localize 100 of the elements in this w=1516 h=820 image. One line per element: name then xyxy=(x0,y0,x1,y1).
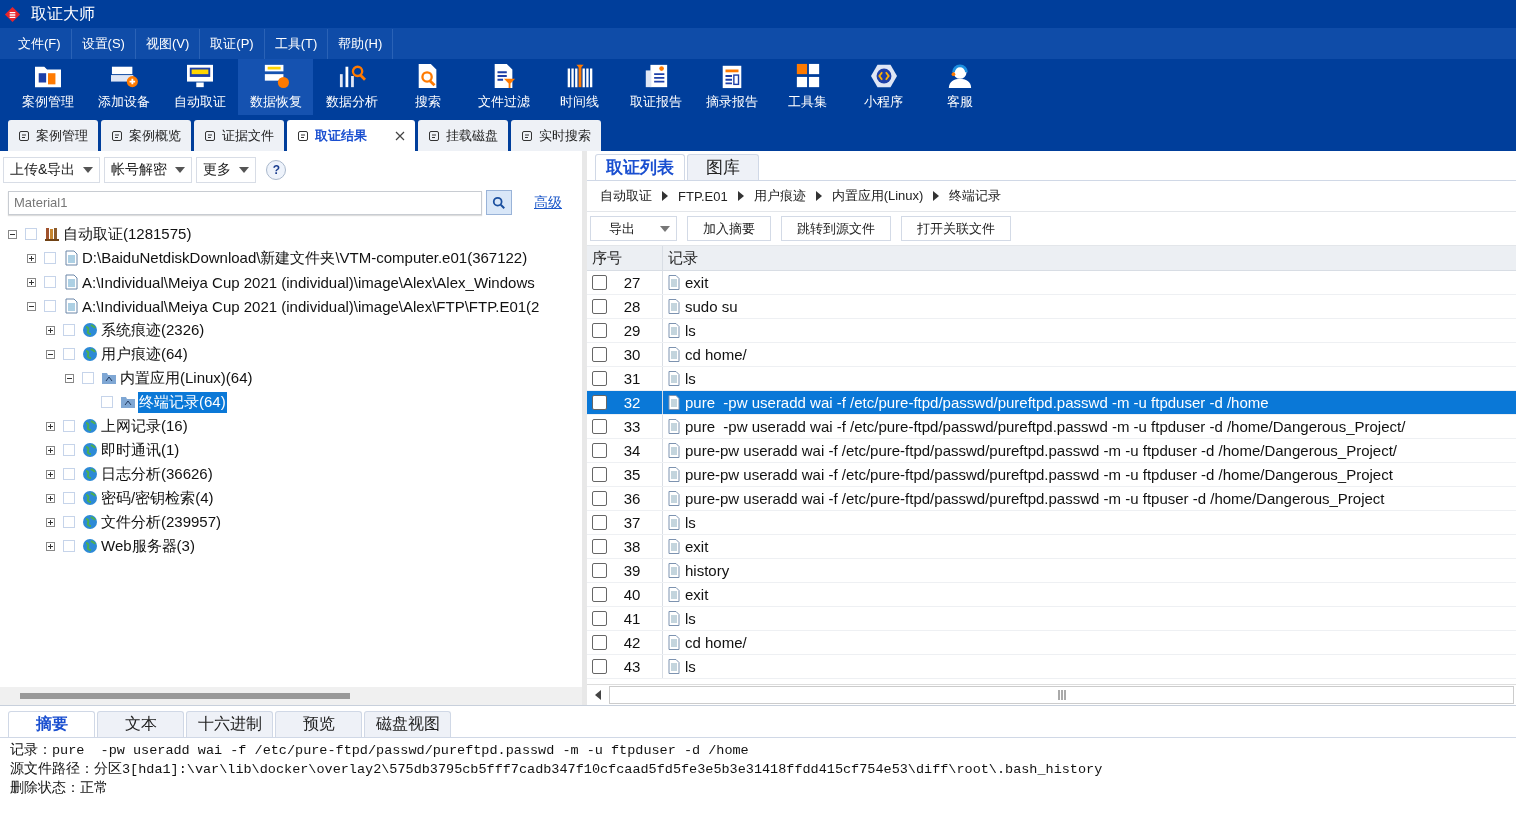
expand-toggle[interactable] xyxy=(46,445,55,455)
tab[interactable]: 预览 xyxy=(275,711,362,737)
toolbar-button[interactable]: 搜索 xyxy=(390,59,465,115)
table-row[interactable]: 41 ls xyxy=(587,607,1516,631)
table-row[interactable]: 33 pure -pw useradd wai -f /etc/pure-ftpd/passwd/pureftpd.passwd -m -u ftpduser -d /home/Dangerous_Project/ xyxy=(587,415,1516,439)
checkbox[interactable] xyxy=(592,635,607,650)
table-row[interactable]: 36 pure-pw useradd wai -f /etc/pure-ftpd/passwd/pureftpd.passwd -m -u ftpuser -d /home/Dangerous_Project xyxy=(587,487,1516,511)
dropdown-button[interactable]: 更多 xyxy=(196,157,257,183)
tab[interactable]: 取证结果 xyxy=(287,120,415,151)
table-row[interactable]: 34 pure-pw useradd wai -f /etc/pure-ftpd/passwd/pureftpd.passwd -m -u ftpduser -d /home/Dangerous_Project/ xyxy=(587,439,1516,463)
menu-item[interactable]: 视图(V) xyxy=(135,28,201,59)
collapse-toggle[interactable] xyxy=(65,373,74,383)
checkbox[interactable] xyxy=(592,611,607,626)
action-button[interactable]: 加入摘要 xyxy=(687,216,771,241)
toolbar-button[interactable]: 摘录报告 xyxy=(694,59,769,115)
toolbar-button[interactable]: 添加设备 xyxy=(86,59,161,115)
table-row[interactable]: 32 pure -pw useradd wai -f /etc/pure-ftpd/passwd/pureftpd.passwd -m -u ftpduser -d /home xyxy=(587,391,1516,415)
checkbox[interactable] xyxy=(592,323,607,338)
table-row[interactable]: 29 ls xyxy=(587,319,1516,343)
checkbox[interactable] xyxy=(592,467,607,482)
search-button[interactable] xyxy=(486,190,512,215)
tree-item[interactable]: A:\Individual\Meiya Cup 2021 (individual)\image\Alex\Alex_Windows xyxy=(81,272,536,292)
tab[interactable]: 案例概览 xyxy=(101,120,191,151)
checkbox[interactable] xyxy=(592,275,607,290)
tab[interactable]: 磁盘视图 xyxy=(364,711,451,737)
menu-item[interactable]: 工具(T) xyxy=(264,28,329,59)
tree-item[interactable]: 日志分析(36626) xyxy=(100,463,214,485)
checkbox[interactable] xyxy=(592,419,607,434)
expand-toggle[interactable] xyxy=(46,421,55,431)
checkbox[interactable] xyxy=(592,587,607,602)
menu-item[interactable]: 取证(P) xyxy=(200,28,265,59)
checkbox[interactable] xyxy=(592,563,607,578)
tab[interactable]: 十六进制 xyxy=(186,711,273,737)
expand-toggle[interactable] xyxy=(46,517,55,527)
tree-item[interactable]: 文件分析(239957) xyxy=(100,511,223,533)
collapse-toggle[interactable] xyxy=(27,301,36,311)
close-icon[interactable] xyxy=(395,130,405,141)
expand-toggle[interactable] xyxy=(46,469,55,479)
tree-item[interactable]: 系统痕迹(2326) xyxy=(100,319,206,341)
checkbox[interactable] xyxy=(592,395,607,410)
tab[interactable]: 文本 xyxy=(97,711,184,737)
expand-toggle[interactable] xyxy=(46,325,55,335)
checkbox[interactable] xyxy=(592,347,607,362)
table-row[interactable]: 43 ls xyxy=(587,655,1516,679)
table-row[interactable]: 40 exit xyxy=(587,583,1516,607)
checkbox[interactable] xyxy=(592,659,607,674)
table-row[interactable]: 37 ls xyxy=(587,511,1516,535)
tree-item[interactable]: 即时通讯(1) xyxy=(100,439,181,461)
checkbox[interactable] xyxy=(592,491,607,506)
menu-item[interactable]: 设置(S) xyxy=(71,28,136,59)
toolbar-button[interactable]: 时间线 xyxy=(542,59,617,115)
dropdown-button[interactable]: 导出 xyxy=(590,216,677,241)
tree-item[interactable]: 自动取证(1281575) xyxy=(62,223,193,245)
tab[interactable]: 挂载磁盘 xyxy=(418,120,508,151)
table-row[interactable]: 27 exit xyxy=(587,271,1516,295)
toolbar-button[interactable]: 文件过滤 xyxy=(466,59,541,115)
breadcrumb-item[interactable]: 自动取证 xyxy=(600,187,652,205)
scroll-left-icon[interactable] xyxy=(595,690,601,700)
collapse-toggle[interactable] xyxy=(8,229,17,239)
table-row[interactable]: 28 sudo su xyxy=(587,295,1516,319)
toolbar-button[interactable]: 数据分析 xyxy=(314,59,389,115)
breadcrumb-item[interactable]: 用户痕迹 xyxy=(753,187,806,205)
tab[interactable]: 图库 xyxy=(687,154,759,180)
toolbar-button[interactable]: 数据恢复 xyxy=(238,59,313,115)
breadcrumb-item[interactable]: 终端记录 xyxy=(949,187,1002,205)
checkbox[interactable] xyxy=(592,539,607,554)
tree-item[interactable]: Web服务器(3) xyxy=(100,535,196,557)
table-row[interactable]: 38 exit xyxy=(587,535,1516,559)
tree-item[interactable]: 终端记录(64) xyxy=(138,391,227,413)
tab[interactable]: 案例管理 xyxy=(8,120,98,151)
action-button[interactable]: 打开关联文件 xyxy=(901,216,1011,241)
tab[interactable]: 实时搜索 xyxy=(511,120,601,151)
search-field[interactable]: Material1 xyxy=(8,190,482,215)
tab[interactable]: 摘要 xyxy=(8,711,95,737)
column-header[interactable]: 记录 xyxy=(663,246,1516,270)
toolbar-button[interactable]: 客服 xyxy=(922,59,997,115)
collapse-toggle[interactable] xyxy=(46,349,55,359)
tree-item[interactable]: 密码/密钥检索(4) xyxy=(100,487,215,509)
menu-item[interactable]: 帮助(H) xyxy=(328,28,394,59)
table-row[interactable]: 39 history xyxy=(587,559,1516,583)
table-row[interactable]: 42 cd home/ xyxy=(587,631,1516,655)
action-button[interactable]: 跳转到源文件 xyxy=(781,216,891,241)
checkbox[interactable] xyxy=(592,299,607,314)
expand-toggle[interactable] xyxy=(46,541,55,551)
menu-item[interactable]: 文件(F) xyxy=(8,28,72,59)
help-button[interactable]: ? xyxy=(266,160,287,180)
tree-item[interactable]: 内置应用(Linux)(64) xyxy=(119,367,254,389)
scrollbar-thumb[interactable] xyxy=(20,693,350,699)
checkbox[interactable] xyxy=(592,443,607,458)
expand-toggle[interactable] xyxy=(27,277,36,287)
toolbar-button[interactable]: 工具集 xyxy=(770,59,845,115)
toolbar-button[interactable]: 案例管理 xyxy=(10,59,85,115)
tree-item[interactable]: D:\BaiduNetdiskDownload\新建文件夹\VTM-computer.e01(367122) xyxy=(81,247,529,269)
expand-toggle[interactable] xyxy=(46,493,55,503)
scrollbar-thumb[interactable] xyxy=(609,686,1514,704)
table-row[interactable]: 35 pure-pw useradd wai -f /etc/pure-ftpd/passwd/pureftpd.passwd -m -u ftpduser -d /home/Dangerous_Project xyxy=(587,463,1516,487)
breadcrumb-item[interactable]: FTP.E01 xyxy=(678,188,728,204)
dropdown-button[interactable]: 上传&导出 xyxy=(3,157,101,183)
checkbox[interactable] xyxy=(592,515,607,530)
tree-item[interactable]: A:\Individual\Meiya Cup 2021 (individual)\image\Alex\FTP\FTP.E01(2 xyxy=(81,296,541,316)
